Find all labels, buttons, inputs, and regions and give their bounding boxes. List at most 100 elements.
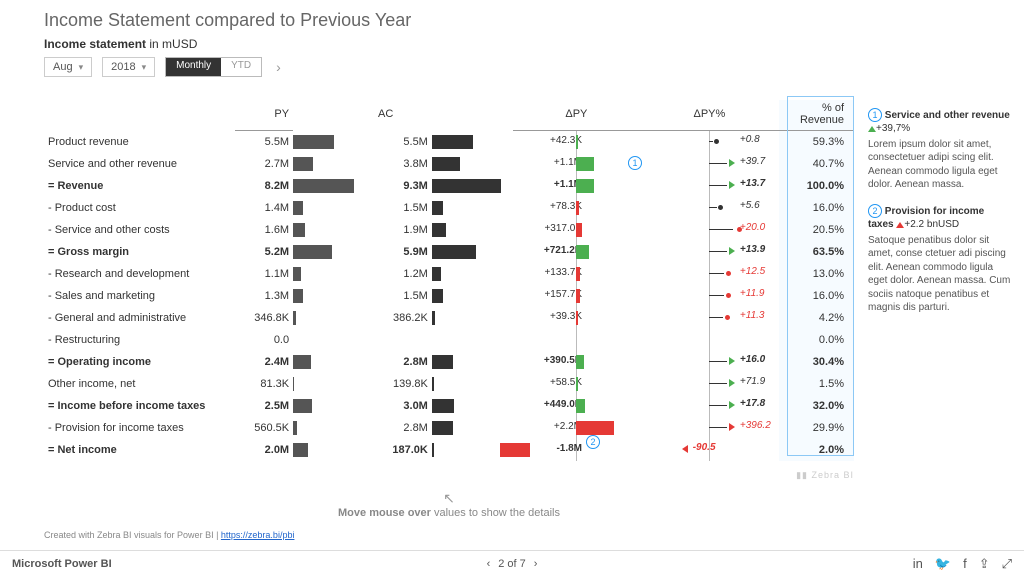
py-value: 1.3M <box>235 285 293 307</box>
row-label: = Income before income taxes <box>44 395 235 417</box>
table-row[interactable]: - Service and other costs1.6M1.9M+317.0K… <box>44 219 854 241</box>
table-row[interactable]: - Provision for income taxes560.5K2.8M+2… <box>44 417 854 439</box>
dpyp-value: +13.9 <box>740 244 765 255</box>
next-arrow-icon[interactable]: › <box>272 59 285 75</box>
linkedin-icon[interactable]: in <box>913 556 923 572</box>
ac-value: 386.2K <box>374 307 432 329</box>
up-triangle-icon <box>868 126 876 132</box>
year-select[interactable]: 2018▾ <box>102 57 155 77</box>
table-row[interactable]: = Gross margin5.2M5.9M+721.2K+13.963.5% <box>44 241 854 263</box>
pager: ‹ 2 of 7 › <box>487 558 538 570</box>
py-value: 560.5K <box>235 417 293 439</box>
page-title: Income Statement compared to Previous Ye… <box>0 0 1024 37</box>
col-py: PY <box>235 100 293 131</box>
table-row[interactable]: Product revenue5.5M5.5M+42.3K+0.859.3% <box>44 131 854 153</box>
rev-value: 16.0% <box>779 285 854 307</box>
ac-value: 5.5M <box>374 131 432 153</box>
ac-value: 9.3M <box>374 175 432 197</box>
table-row[interactable]: - Research and development1.1M1.2M+133.7… <box>44 263 854 285</box>
py-value: 0.0 <box>235 329 293 351</box>
credit-link[interactable]: https://zebra.bi/pbi <box>221 530 295 540</box>
py-value: 5.2M <box>235 241 293 263</box>
row-label: = Net income <box>44 439 235 461</box>
rev-value: 1.5% <box>779 373 854 395</box>
table-row[interactable]: Service and other revenue2.7M3.8M+1.1M1+… <box>44 153 854 175</box>
ytd-toggle[interactable]: YTD <box>221 58 261 76</box>
rev-value: 100.0% <box>779 175 854 197</box>
income-table: PY AC ΔPY ΔPY% % of Revenue Product reve… <box>44 100 854 461</box>
dpyp-value: +13.7 <box>740 178 765 189</box>
table-row[interactable]: = Net income2.0M187.0K-1.8M-90.52.0% <box>44 439 854 461</box>
ac-value: 2.8M <box>374 417 432 439</box>
table-row[interactable]: = Revenue8.2M9.3M+1.1M+13.7100.0% <box>44 175 854 197</box>
row-label: - Product cost <box>44 197 235 219</box>
col-rev: % of Revenue <box>779 100 854 131</box>
row-label: - Service and other costs <box>44 219 235 241</box>
dpyp-value: +71.9 <box>740 376 765 387</box>
ac-value: 1.2M <box>374 263 432 285</box>
col-dpy: ΔPY <box>513 100 640 131</box>
ac-value <box>374 329 432 351</box>
table-row[interactable]: - Sales and marketing1.3M1.5M+157.7K+11.… <box>44 285 854 307</box>
annotation-2-icon: 2 <box>868 204 882 218</box>
dpyp-value: +396.2 <box>740 420 771 431</box>
py-value: 2.5M <box>235 395 293 417</box>
cursor-icon: ↖ <box>44 490 854 507</box>
chevron-down-icon: ▾ <box>142 62 147 73</box>
table-row[interactable]: = Income before income taxes2.5M3.0M+449… <box>44 395 854 417</box>
py-value: 1.1M <box>235 263 293 285</box>
rev-value: 32.0% <box>779 395 854 417</box>
row-label: Product revenue <box>44 131 235 153</box>
rev-value: 20.5% <box>779 219 854 241</box>
dpyp-value: +11.3 <box>740 310 765 321</box>
fullscreen-icon[interactable]: ⤢ <box>1002 556 1012 572</box>
py-value: 5.5M <box>235 131 293 153</box>
py-value: 8.2M <box>235 175 293 197</box>
ac-value: 2.8M <box>374 351 432 373</box>
rev-value: 30.4% <box>779 351 854 373</box>
facebook-icon[interactable]: f <box>963 556 967 572</box>
table-row[interactable]: - Restructuring0.00.0% <box>44 329 854 351</box>
row-label: - Restructuring <box>44 329 235 351</box>
ac-value: 1.9M <box>374 219 432 241</box>
month-select[interactable]: Aug▾ <box>44 57 92 77</box>
ac-value: 139.8K <box>374 373 432 395</box>
share-icon[interactable]: ⇪ <box>979 556 990 572</box>
subtitle: Income statement in mUSD <box>0 37 1024 57</box>
page-next-icon[interactable]: › <box>534 558 538 570</box>
page-indicator: 2 of 7 <box>498 558 526 570</box>
table-row[interactable]: - Product cost1.4M1.5M+78.3K+5.616.0% <box>44 197 854 219</box>
table-row[interactable]: - General and administrative346.8K 386.2K… <box>44 307 854 329</box>
dpyp-value: +12.5 <box>740 266 765 277</box>
rev-value: 29.9% <box>779 417 854 439</box>
chevron-down-icon: ▾ <box>79 62 84 73</box>
ac-value: 3.0M <box>374 395 432 417</box>
twitter-icon[interactable]: 🐦 <box>935 556 951 572</box>
table-row[interactable]: Other income, net81.3K139.8K+58.5K+71.91… <box>44 373 854 395</box>
ac-value: 3.8M <box>374 153 432 175</box>
row-label: - Research and development <box>44 263 235 285</box>
page-prev-icon[interactable]: ‹ <box>487 558 491 570</box>
rev-value: 4.2% <box>779 307 854 329</box>
rev-value: 63.5% <box>779 241 854 263</box>
ac-value: 187.0K <box>374 439 432 461</box>
dpyp-value: +11.9 <box>740 288 765 299</box>
ac-value: 5.9M <box>374 241 432 263</box>
period-toggle: Monthly YTD <box>165 57 262 77</box>
row-label: - General and administrative <box>44 307 235 329</box>
col-ac: AC <box>374 100 432 131</box>
row-label: = Operating income <box>44 351 235 373</box>
row-label: = Gross margin <box>44 241 235 263</box>
hover-hint: ↖ Move mouse over values to show the det… <box>44 490 854 519</box>
py-value: 346.8K <box>235 307 293 329</box>
dpyp-value: +0.8 <box>740 134 760 145</box>
row-label: Other income, net <box>44 373 235 395</box>
row-label: = Revenue <box>44 175 235 197</box>
table-row[interactable]: = Operating income2.4M2.8M+390.5K+16.030… <box>44 351 854 373</box>
dpyp-value: +17.8 <box>740 398 765 409</box>
watermark: ▮▮ Zebra BI <box>796 470 854 481</box>
monthly-toggle[interactable]: Monthly <box>166 58 221 76</box>
annotation-1-icon: 1 <box>868 108 882 122</box>
brand-label: Microsoft Power BI <box>12 558 112 570</box>
dpyp-value: +5.6 <box>740 200 760 211</box>
